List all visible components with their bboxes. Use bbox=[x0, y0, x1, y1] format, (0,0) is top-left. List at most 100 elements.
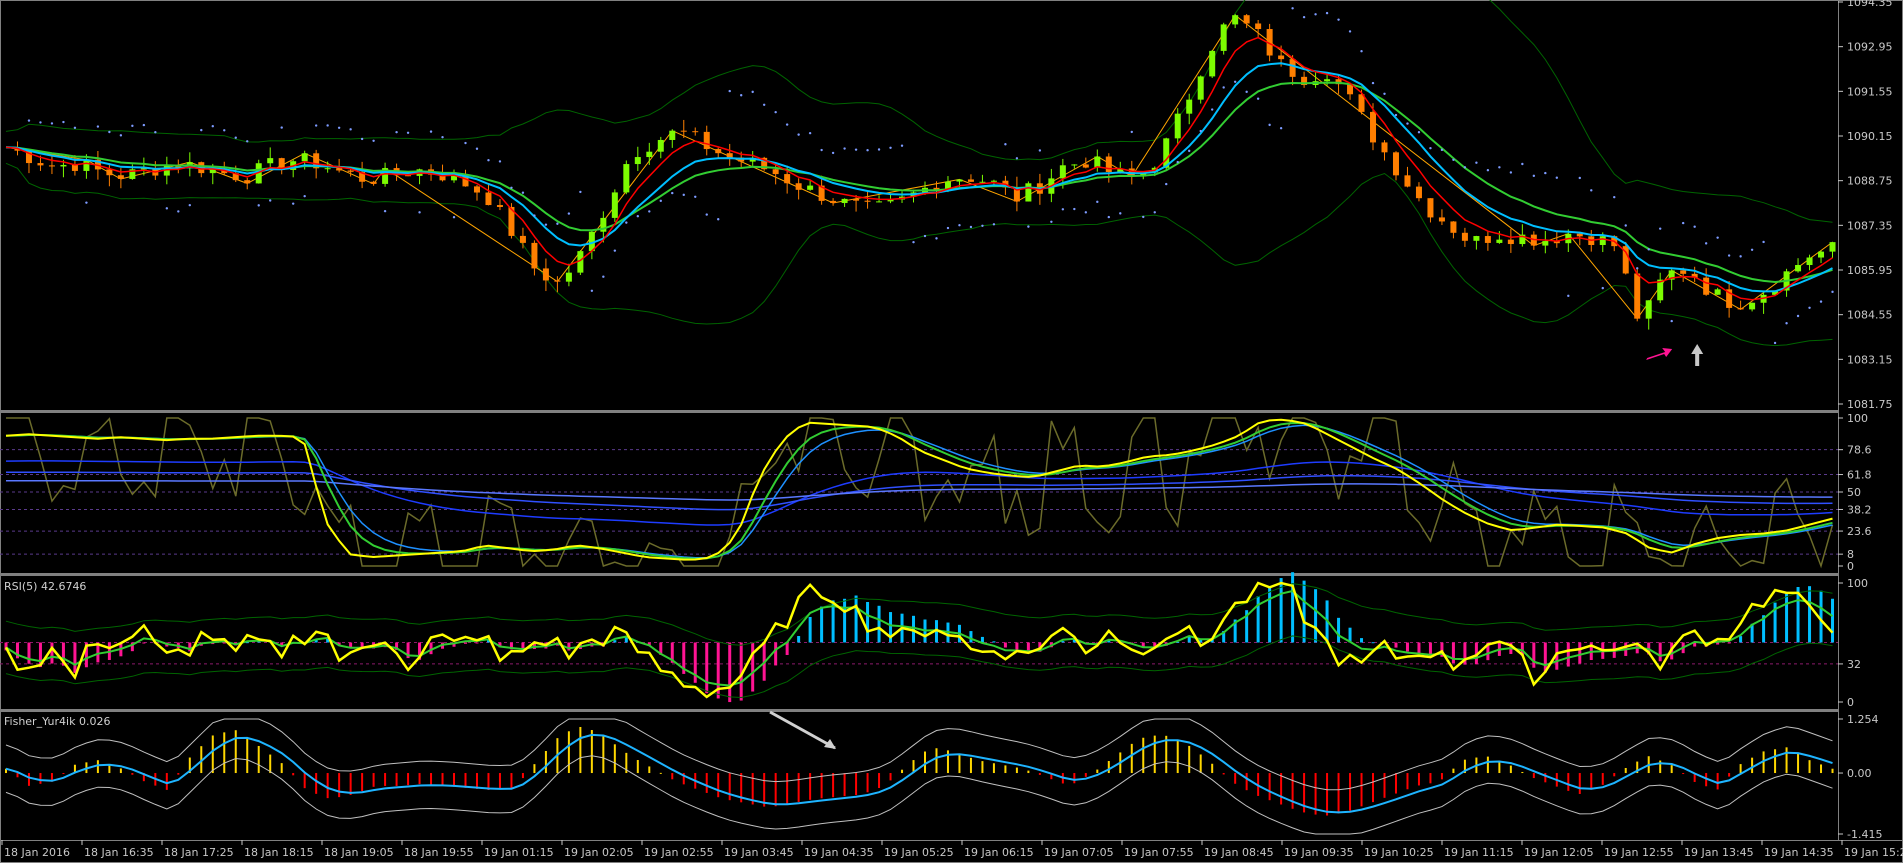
fisher-bar bbox=[39, 773, 42, 784]
candle-body bbox=[876, 201, 883, 203]
fisher-bar bbox=[1613, 773, 1616, 777]
candle-body bbox=[1829, 242, 1836, 252]
candle-body bbox=[657, 139, 664, 152]
sar-dot bbox=[1210, 108, 1214, 111]
sar-dot bbox=[1452, 158, 1455, 161]
rsi-histogram-bar bbox=[1658, 642, 1662, 662]
sar-dot bbox=[1670, 319, 1673, 323]
fisher-bar bbox=[809, 773, 812, 800]
sar-dot bbox=[269, 199, 272, 202]
fisher-bar bbox=[1360, 773, 1363, 807]
rsi-histogram-bar bbox=[50, 642, 54, 664]
fisher-bar bbox=[1176, 740, 1179, 774]
fisher-bar bbox=[981, 761, 984, 774]
candle-body bbox=[1392, 152, 1399, 176]
time-tick-label: 19 Jan 04:35 bbox=[804, 846, 874, 859]
fisher-bar bbox=[521, 773, 524, 779]
rsi-histogram-bar bbox=[1337, 617, 1341, 643]
sar-dot bbox=[671, 191, 674, 195]
rsi-histogram-bar bbox=[843, 598, 847, 643]
sar-dot bbox=[682, 193, 685, 197]
rsi-histogram-bar bbox=[142, 642, 146, 644]
rsi-histogram-bar bbox=[1026, 642, 1030, 652]
rsi-histogram-bar bbox=[1314, 589, 1318, 643]
sar-dot bbox=[1245, 90, 1248, 94]
sar-dot bbox=[1659, 227, 1662, 230]
candle-body bbox=[1703, 277, 1710, 295]
sar-dot bbox=[1567, 294, 1570, 298]
fisher-bar bbox=[1774, 749, 1777, 774]
candle-body bbox=[496, 205, 503, 207]
candle-body bbox=[1220, 24, 1227, 51]
candle-body bbox=[1496, 239, 1503, 243]
candle-body bbox=[611, 192, 618, 218]
sar-dot bbox=[820, 148, 823, 152]
candle-body bbox=[1415, 186, 1422, 199]
sar-dot bbox=[1727, 254, 1731, 257]
candle-body bbox=[1255, 23, 1262, 30]
sar-dot bbox=[1693, 225, 1696, 228]
fisher-bar bbox=[544, 751, 547, 774]
price-tick-label: 1081.75 bbox=[1847, 398, 1893, 411]
candle-body bbox=[267, 158, 274, 164]
rsi-tick-label: 32 bbox=[1847, 658, 1861, 671]
candle-body bbox=[1232, 15, 1239, 25]
fisher-bar bbox=[1624, 767, 1627, 774]
fisher-bar bbox=[1199, 754, 1202, 774]
sar-dot bbox=[1061, 208, 1065, 211]
sar-dot bbox=[602, 275, 605, 278]
fisher-bar bbox=[1234, 773, 1237, 784]
sar-dot bbox=[900, 144, 904, 147]
rsi-histogram-bar bbox=[728, 642, 732, 703]
sar-dot bbox=[579, 190, 582, 194]
time-tick-label: 19 Jan 12:55 bbox=[1604, 846, 1674, 859]
sar-dot bbox=[1233, 80, 1237, 83]
sar-dot bbox=[1325, 11, 1329, 15]
fisher-bar bbox=[1107, 760, 1110, 774]
rsi-histogram-bar bbox=[27, 642, 31, 664]
sar-dot bbox=[62, 120, 65, 124]
sar-dot bbox=[877, 148, 881, 151]
candle-body bbox=[565, 272, 572, 282]
candle-body bbox=[1094, 156, 1101, 168]
candle-body bbox=[703, 131, 710, 150]
sar-dot bbox=[1165, 182, 1168, 186]
sar-dot bbox=[441, 135, 444, 139]
rsi-tick-label: 0 bbox=[1847, 696, 1854, 709]
sar-dot bbox=[567, 212, 571, 215]
time-tick-label: 19 Jan 07:05 bbox=[1044, 846, 1114, 859]
fisher-bar bbox=[177, 773, 180, 775]
sar-dot bbox=[1084, 211, 1088, 214]
sar-dot bbox=[27, 119, 31, 122]
time-tick-label: 19 Jan 09:35 bbox=[1284, 846, 1354, 859]
time-tick-label: 19 Jan 07:55 bbox=[1124, 846, 1194, 859]
fisher-bar bbox=[280, 763, 283, 774]
sar-dot bbox=[636, 215, 640, 218]
sar-dot bbox=[1773, 341, 1777, 345]
sar-dot bbox=[326, 124, 329, 127]
fisher-bar bbox=[1291, 773, 1294, 809]
trading-chart[interactable]: RSI(5) 42.6746 Fisher_Yur4ik 0.026 1094.… bbox=[0, 0, 1903, 863]
sar-dot bbox=[1130, 130, 1133, 134]
candle-body bbox=[795, 183, 802, 190]
candle-body bbox=[106, 169, 113, 176]
sar-dot bbox=[1383, 92, 1386, 95]
rsi-histogram-bar bbox=[785, 642, 789, 655]
time-tick-label: 19 Jan 12:05 bbox=[1524, 846, 1594, 859]
candle-body bbox=[1289, 59, 1296, 77]
sar-dot bbox=[280, 126, 283, 129]
candle-body bbox=[726, 153, 733, 158]
fisher-bar bbox=[510, 773, 513, 789]
sar-dot bbox=[1314, 13, 1317, 16]
fisher-bar bbox=[889, 773, 892, 781]
sar-dot bbox=[303, 194, 306, 198]
candle-body bbox=[1542, 241, 1549, 246]
rsi-histogram-bar bbox=[877, 605, 881, 643]
candle-body bbox=[1071, 164, 1078, 166]
rsi-histogram-bar bbox=[613, 640, 617, 643]
sar-dot bbox=[1153, 211, 1156, 214]
fisher-bar bbox=[797, 773, 800, 802]
candle-body bbox=[956, 179, 963, 182]
candle-body bbox=[1484, 236, 1491, 243]
rsi-histogram-bar bbox=[73, 642, 77, 673]
